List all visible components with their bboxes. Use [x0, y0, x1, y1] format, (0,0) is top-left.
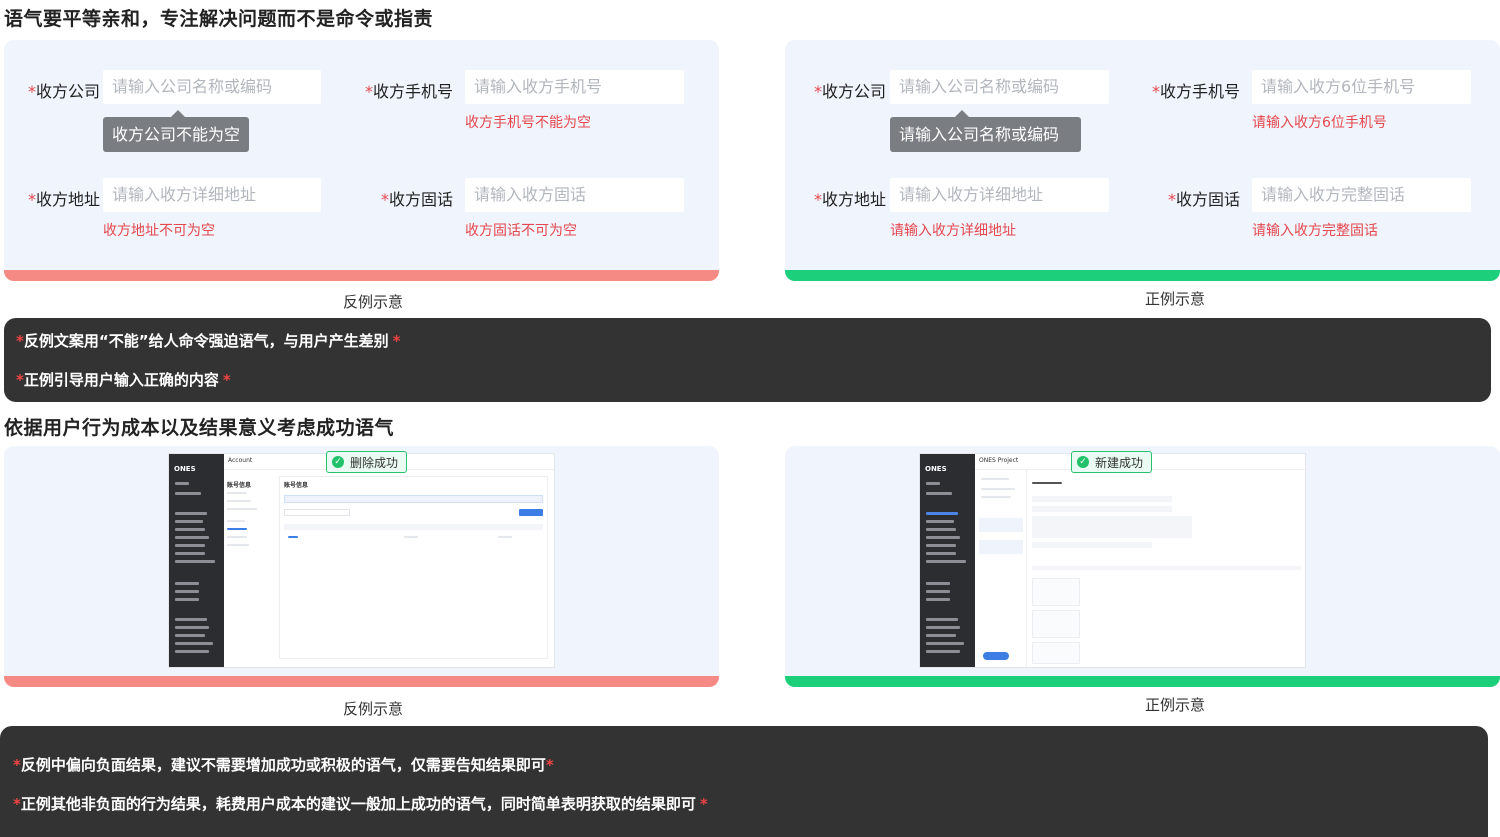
- check-icon: ✓: [332, 456, 344, 468]
- mini-logo: ONES: [174, 465, 196, 473]
- mini-sidebar: ONES: [169, 454, 224, 667]
- phone-input[interactable]: 请输入收方手机号: [465, 70, 684, 104]
- good-indicator-bar: [785, 270, 1500, 281]
- mini-app-title: ONES Project: [979, 457, 1019, 464]
- section-title-tone: 语气要平等亲和，专注解决问题而不是命令或指责: [4, 8, 434, 30]
- mini-side-heading: 账号信息: [227, 482, 252, 489]
- phone-input[interactable]: 请输入收方6位手机号: [1252, 70, 1471, 104]
- phone-label: *收方手机号: [364, 82, 453, 101]
- company-tooltip: 请输入公司名称或编码: [890, 117, 1081, 152]
- tel-input[interactable]: 请输入收方固话: [465, 178, 684, 212]
- bad-example-form-panel: *收方公司 请输入公司名称或编码 收方公司不能为空 *收方手机号 请输入收方手机…: [4, 40, 719, 281]
- bad-example-screenshot-panel: ONES Account 账号信息 账号信息 ✓ 删除成功: [4, 446, 719, 687]
- company-tooltip: 收方公司不能为空: [103, 117, 250, 152]
- tooltip-arrow: [171, 110, 185, 117]
- bad-mini-screenshot: ONES Account 账号信息 账号信息: [168, 453, 555, 668]
- good-caption: 正例示意: [1144, 290, 1205, 308]
- bad-indicator-bar: [4, 676, 719, 687]
- note-box-tone: *反例文案用“不能”给人命令强迫语气，与用户产生差别 * *正例引导用户输入正确的…: [4, 318, 1491, 402]
- tel-hint: 请输入收方完整固话: [1252, 223, 1378, 239]
- mini-card-title: 账号信息: [284, 482, 309, 489]
- tel-label: *收方固话: [380, 190, 453, 209]
- mini-sidebar: ONES: [920, 454, 975, 667]
- good-example-screenshot-panel: ONES ONES Project ✓ 新建成功: [785, 446, 1500, 687]
- tooltip-arrow: [955, 110, 969, 117]
- mini-content-card: 账号信息: [279, 476, 548, 659]
- company-label: *收方公司: [813, 82, 886, 101]
- note-line-good: *正例其他非负面的行为结果，耗费用户成本的建议一般加上成功的语气，同时简单表明获…: [13, 795, 708, 813]
- bad-caption: 反例示意: [342, 293, 403, 311]
- toast-delete-success: ✓ 删除成功: [326, 451, 408, 473]
- mini-project-list: [975, 470, 1027, 667]
- good-caption: 正例示意: [1144, 696, 1205, 714]
- note-line-bad: *反例中偏向负面结果，建议不需要增加成功或积极的语气，仅需要告知结果即可*: [13, 756, 554, 774]
- address-label: *收方地址: [813, 190, 886, 209]
- note-box-success-tone: *反例中偏向负面结果，建议不需要增加成功或积极的语气，仅需要告知结果即可* *正…: [0, 726, 1488, 837]
- bad-indicator-bar: [4, 270, 719, 281]
- phone-error: 收方手机号不能为空: [465, 115, 591, 131]
- section-title-success-tone: 依据用户行为成本以及结果意义考虑成功语气: [4, 417, 395, 439]
- check-icon: ✓: [1077, 456, 1089, 468]
- good-mini-screenshot: ONES ONES Project: [919, 453, 1306, 668]
- good-example-form-panel: *收方公司 请输入公司名称或编码 请输入公司名称或编码 *收方手机号 请输入收方…: [785, 40, 1500, 281]
- company-label: *收方公司: [27, 82, 100, 101]
- address-hint: 请输入收方详细地址: [890, 223, 1016, 239]
- bad-caption: 反例示意: [342, 700, 403, 718]
- phone-label: *收方手机号: [1151, 82, 1240, 101]
- mini-app-title: Account: [228, 457, 253, 464]
- toast-create-success: ✓ 新建成功: [1071, 451, 1153, 473]
- address-input[interactable]: 请输入收方详细地址: [103, 178, 321, 212]
- tel-input[interactable]: 请输入收方完整固话: [1252, 178, 1471, 212]
- address-error: 收方地址不可为空: [103, 223, 215, 239]
- company-input[interactable]: 请输入公司名称或编码: [103, 70, 321, 104]
- good-indicator-bar: [785, 676, 1500, 687]
- note-line-bad: *反例文案用“不能”给人命令强迫语气，与用户产生差别 *: [16, 332, 401, 350]
- phone-hint: 请输入收方6位手机号: [1252, 115, 1387, 131]
- address-input[interactable]: 请输入收方详细地址: [890, 178, 1109, 212]
- note-line-good: *正例引导用户输入正确的内容 *: [16, 371, 231, 389]
- address-label: *收方地址: [27, 190, 100, 209]
- tel-label: *收方固话: [1167, 190, 1240, 209]
- mini-logo: ONES: [925, 465, 947, 473]
- tel-error: 收方固话不可为空: [465, 223, 577, 239]
- company-input[interactable]: 请输入公司名称或编码: [890, 70, 1109, 104]
